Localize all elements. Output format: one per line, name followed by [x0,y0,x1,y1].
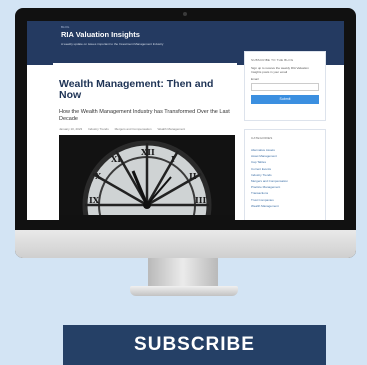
clock-window-image: XII I II III XI X IX [59,135,235,220]
subscribe-widget: SUBSCRIBE TO THE BLOG Sign up to receive… [244,51,326,121]
categories-widget: CATEGORIES Alternative Assets Asset Mana… [244,129,326,220]
camera-icon [183,12,187,16]
monitor-stand-neck [148,258,218,288]
svg-text:XII: XII [141,147,155,157]
site-section-label[interactable]: BLOG [61,25,69,29]
monitor-stand-foot [130,286,238,296]
article-date: January 10, 2023 [59,127,83,131]
categories-list: Alternative Assets Asset Management Cap … [251,147,325,209]
subscribe-widget-text: Sign up to receive the weekly RIA Valuat… [251,66,309,74]
category-link[interactable]: Wealth Management [251,203,325,209]
subscribe-widget-heading: SUBSCRIBE TO THE BLOG [251,58,294,62]
site-title[interactable]: RIA Valuation Insights [61,30,140,39]
svg-text:II: II [189,171,197,181]
article-category-link[interactable]: Wealth Management [157,127,185,131]
svg-text:XI: XI [111,154,121,164]
svg-text:III: III [195,195,206,205]
monitor-screen: BLOG RIA Valuation Insights A weekly upd… [27,21,344,220]
article-hero-image: XII I II III XI X IX [59,135,235,220]
article-category-link[interactable]: Mergers and Compensation [115,127,152,131]
article-category-link[interactable]: Industry Trends [88,127,109,131]
monitor-chin [15,230,356,258]
article-subtitle: How the Wealth Management Industry has T… [59,109,230,122]
categories-heading: CATEGORIES [251,136,273,140]
article-card: Wealth Management: Then and Now How the … [53,63,237,220]
svg-text:X: X [95,171,102,181]
site-tagline: A weekly update on issues important to t… [61,42,164,46]
article-title: Wealth Management: Then and Now [59,78,214,101]
svg-text:I: I [171,154,175,164]
email-label: Email [251,77,259,81]
subscribe-button[interactable]: SUBSCRIBE [63,325,326,365]
svg-text:IX: IX [89,195,100,205]
submit-button[interactable]: Submit [251,95,319,104]
article-meta: January 10, 2023 Industry Trends Mergers… [59,127,190,131]
monitor: BLOG RIA Valuation Insights A weekly upd… [15,8,356,258]
email-field[interactable] [251,83,319,91]
